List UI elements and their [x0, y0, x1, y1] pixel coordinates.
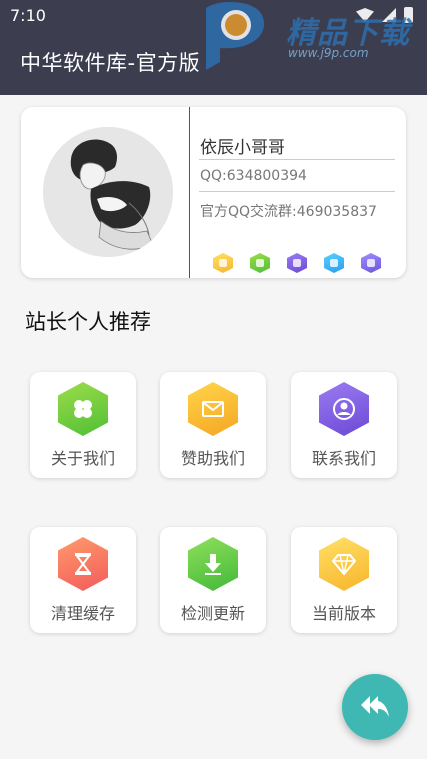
profile-qq-group: 官方QQ交流群:469035837: [200, 204, 377, 220]
avatar[interactable]: [43, 127, 173, 257]
profile-name: 依辰小哥哥: [200, 138, 285, 158]
tile-label: 联系我们: [311, 449, 376, 468]
clover-icon: [58, 382, 108, 436]
tile-label: 检测更新: [180, 604, 245, 623]
watermark-logo: 精品下载 www.j9p.com: [200, 0, 427, 75]
tile-label: 清理缓存: [50, 604, 115, 623]
profile-card[interactable]: 依辰小哥哥 QQ:634800394 官方QQ交流群:469035837: [21, 107, 406, 278]
app-title: 中华软件库-官方版: [20, 51, 201, 75]
section-title: 站长个人推荐: [25, 310, 151, 334]
mail-icon: [188, 382, 238, 436]
profile-qq: QQ:634800394: [200, 168, 307, 184]
hourglass-icon: [58, 537, 108, 591]
watermark-url: www.j9p.com: [288, 46, 369, 60]
status-time: 7:10: [10, 6, 46, 25]
user-icon: [319, 382, 369, 436]
reply-all-fab[interactable]: [342, 674, 408, 740]
check-update-button[interactable]: 检测更新: [160, 527, 266, 633]
tile-label: 赞助我们: [180, 449, 245, 468]
snowflake-badge-icon: [324, 253, 344, 273]
tile-label: 当前版本: [311, 604, 376, 623]
divider: [199, 159, 395, 160]
download-icon: [188, 537, 238, 591]
divider: [199, 191, 395, 192]
about-us-button[interactable]: 关于我们: [30, 372, 136, 478]
badge-row: [213, 253, 381, 273]
play-badge-icon: [287, 253, 307, 273]
reply-all-icon: [361, 696, 389, 717]
card-divider: [189, 107, 190, 278]
app-bar: 7:10 精品下载 www.j9p.com 中华软件库-官方版: [0, 0, 427, 95]
diamond-icon: [319, 537, 369, 591]
tile-label: 关于我们: [50, 449, 115, 468]
current-version-button[interactable]: 当前版本: [291, 527, 397, 633]
watermark-p-icon: [206, 2, 264, 70]
avatar-illustration: [43, 127, 173, 257]
android-badge-icon: [250, 253, 270, 273]
sponsor-button[interactable]: 赞助我们: [160, 372, 266, 478]
gold-diamond-badge-icon: [213, 253, 233, 273]
moon-badge-icon: [361, 253, 381, 273]
clear-cache-button[interactable]: 清理缓存: [30, 527, 136, 633]
contact-us-button[interactable]: 联系我们: [291, 372, 397, 478]
